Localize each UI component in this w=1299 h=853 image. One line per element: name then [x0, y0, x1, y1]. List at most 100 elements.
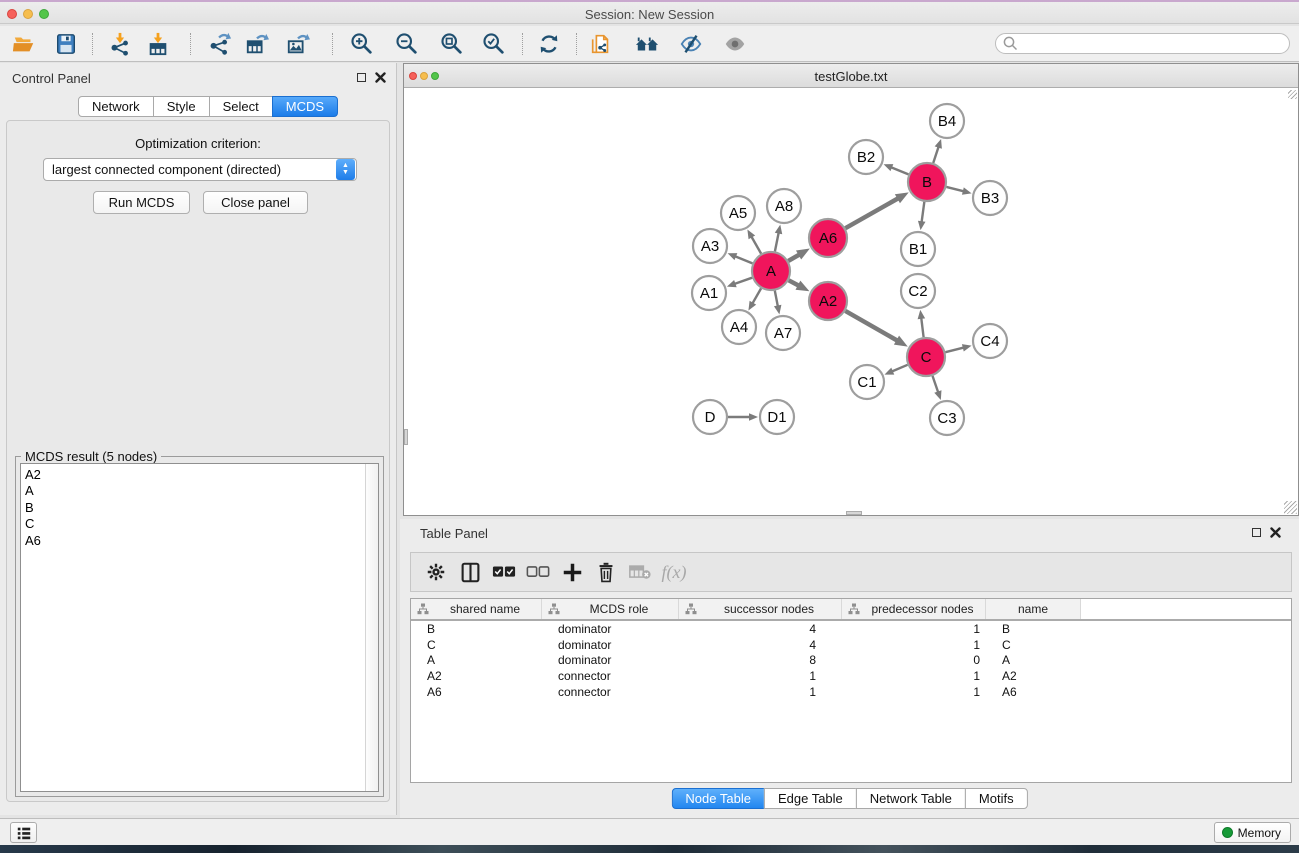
mcds-result-item[interactable]: A2	[25, 467, 378, 483]
table-row[interactable]: A2connector11A2	[411, 668, 1291, 684]
table-cell[interactable]: 4	[679, 622, 842, 636]
table-cell[interactable]: 1	[842, 622, 986, 636]
graph-edge-A6-B[interactable]	[845, 198, 899, 228]
show-columns-icon[interactable]	[453, 557, 487, 587]
table-cell[interactable]: A6	[411, 685, 542, 699]
column-header-predecessor-nodes[interactable]: predecessor nodes	[842, 599, 986, 619]
export-network-icon[interactable]	[207, 31, 233, 57]
table-cell[interactable]: C	[986, 638, 1081, 652]
table-cell[interactable]: C	[411, 638, 542, 652]
table-cell[interactable]: A6	[986, 685, 1081, 699]
open-file-icon[interactable]	[11, 31, 37, 57]
table-cell[interactable]: A2	[986, 669, 1081, 683]
table-tab-node-table[interactable]: Node Table	[671, 788, 765, 809]
mcds-result-item[interactable]: C	[25, 516, 378, 532]
column-header-MCDS-role[interactable]: MCDS role	[542, 599, 679, 619]
table-cell[interactable]: A	[986, 653, 1081, 667]
table-cell[interactable]: 8	[679, 653, 842, 667]
show-all-icon[interactable]	[722, 31, 748, 57]
table-cell[interactable]: 1	[842, 638, 986, 652]
graph-edge-A-A5[interactable]	[751, 236, 761, 254]
table-cell[interactable]: 1	[679, 669, 842, 683]
column-header-successor-nodes[interactable]: successor nodes	[679, 599, 842, 619]
zoom-out-icon[interactable]	[394, 31, 420, 57]
optimization-criterion-select[interactable]: largest connected component (directed) ▲…	[43, 158, 357, 181]
close-panel-icon[interactable]	[375, 72, 386, 83]
table-tab-edge-table[interactable]: Edge Table	[764, 788, 857, 809]
delete-column-icon[interactable]	[589, 557, 623, 587]
table-float-panel-icon[interactable]	[1252, 528, 1261, 537]
graph-edge-A2-C[interactable]	[845, 311, 898, 341]
table-cell[interactable]: B	[986, 622, 1081, 636]
graph-edge-A-A3[interactable]	[734, 256, 752, 264]
first-neighbors-icon[interactable]	[634, 31, 660, 57]
left-resize-handle[interactable]	[404, 429, 408, 445]
mcds-result-item[interactable]: B	[25, 500, 378, 516]
graph-edge-C-C1[interactable]	[891, 365, 908, 372]
table-row[interactable]: Adominator80A	[411, 653, 1291, 669]
zoom-fit-icon[interactable]	[439, 31, 465, 57]
graph-edge-B-B4[interactable]	[933, 146, 939, 163]
mcds-result-list[interactable]: A2ABCA6	[20, 463, 379, 792]
table-row[interactable]: A6connector11A6	[411, 684, 1291, 700]
graph-edge-C-C2[interactable]	[921, 317, 923, 337]
graph-edge-A-A1[interactable]	[734, 278, 753, 285]
table-settings-icon[interactable]	[419, 557, 453, 587]
search-field[interactable]	[995, 33, 1290, 54]
delete-table-icon[interactable]	[623, 557, 657, 587]
table-cell[interactable]: dominator	[542, 638, 679, 652]
tab-style[interactable]: Style	[153, 96, 210, 117]
zoom-in-icon[interactable]	[349, 31, 375, 57]
resize-grip-icon[interactable]	[1284, 501, 1297, 514]
tab-select[interactable]: Select	[209, 96, 273, 117]
mcds-result-item[interactable]: A	[25, 483, 378, 499]
export-image-icon[interactable]	[285, 31, 311, 57]
tab-network[interactable]: Network	[78, 96, 154, 117]
run-mcds-button[interactable]: Run MCDS	[93, 191, 190, 214]
save-session-icon[interactable]	[53, 31, 79, 57]
graph-edge-A-A4[interactable]	[752, 288, 761, 304]
column-header-shared-name[interactable]: shared name	[411, 599, 542, 619]
select-all-icon[interactable]	[487, 557, 521, 587]
graph-edge-A-A8[interactable]	[775, 231, 779, 251]
hide-selected-icon[interactable]	[678, 31, 704, 57]
table-tab-network-table[interactable]: Network Table	[856, 788, 966, 809]
graph-edge-B-B2[interactable]	[890, 167, 908, 175]
table-row[interactable]: Bdominator41B	[411, 621, 1291, 637]
node-table[interactable]: shared nameMCDS rolesuccessor nodesprede…	[410, 598, 1292, 783]
table-cell[interactable]: 1	[842, 669, 986, 683]
column-header-name[interactable]: name	[986, 599, 1081, 619]
table-cell[interactable]: A2	[411, 669, 542, 683]
result-scrollbar[interactable]	[365, 464, 378, 791]
network-canvas[interactable]: B4B2BB3A5A8A6A3B1AA1C2A2A4A7C4CC1C3DD1	[404, 89, 1298, 515]
table-cell[interactable]: A	[411, 653, 542, 667]
top-resize-grip-icon[interactable]	[1288, 90, 1297, 99]
import-network-icon[interactable]	[107, 31, 133, 57]
mcds-result-item[interactable]: A6	[25, 533, 378, 549]
table-cell[interactable]: dominator	[542, 653, 679, 667]
float-panel-icon[interactable]	[357, 73, 366, 82]
table-cell[interactable]: connector	[542, 685, 679, 699]
deselect-all-icon[interactable]	[521, 557, 555, 587]
search-input[interactable]	[1019, 37, 1289, 51]
add-column-icon[interactable]	[555, 557, 589, 587]
table-tab-motifs[interactable]: Motifs	[965, 788, 1028, 809]
table-cell[interactable]: B	[411, 622, 542, 636]
bottom-resize-handle[interactable]	[846, 511, 862, 515]
table-cell[interactable]: 1	[842, 685, 986, 699]
table-row[interactable]: Cdominator41C	[411, 637, 1291, 653]
close-panel-button[interactable]: Close panel	[203, 191, 308, 214]
network-window-titlebar[interactable]: testGlobe.txt	[404, 64, 1298, 88]
graph-edge-B-B1[interactable]	[921, 202, 924, 223]
table-cell[interactable]: 0	[842, 653, 986, 667]
task-history-button[interactable]	[10, 822, 37, 843]
function-builder-icon[interactable]: f(x)	[657, 557, 691, 587]
graph-edge-C-C3[interactable]	[933, 376, 939, 394]
table-cell[interactable]: connector	[542, 669, 679, 683]
export-table-icon[interactable]	[244, 31, 270, 57]
table-cell[interactable]: 4	[679, 638, 842, 652]
table-close-panel-icon[interactable]	[1270, 527, 1281, 538]
graph-edge-A-A6[interactable]	[788, 254, 800, 261]
table-cell[interactable]: dominator	[542, 622, 679, 636]
graph-edge-B-B3[interactable]	[946, 187, 964, 192]
